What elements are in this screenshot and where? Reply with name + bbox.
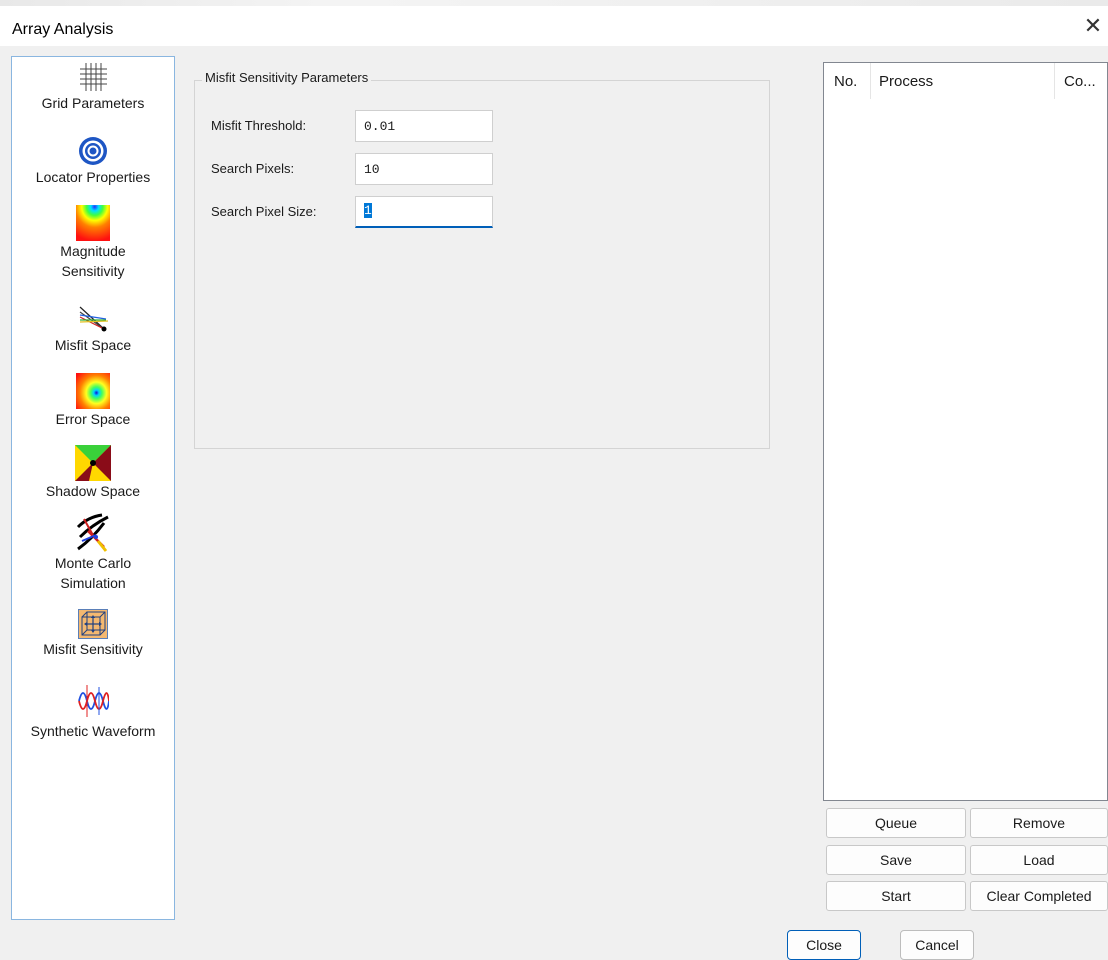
sidebar-item-error-space[interactable]: Error Space: [12, 373, 174, 429]
column-divider: [870, 63, 871, 99]
start-button[interactable]: Start: [826, 881, 966, 911]
sidebar-item-grid-parameters[interactable]: Grid Parameters: [12, 61, 174, 113]
target-icon: [79, 137, 107, 165]
sidebar-item-label: Magnitude Sensitivity: [60, 243, 126, 279]
array-analysis-dialog: Array Analysis ✕ Grid Parameters Locator…: [0, 0, 1108, 960]
column-header-completed[interactable]: Co...: [1064, 73, 1096, 90]
error-heatmap-icon: [76, 373, 110, 409]
sidebar-item-locator-properties[interactable]: Locator Properties: [12, 135, 174, 187]
sidebar-item-label: Misfit Space: [54, 337, 132, 353]
monte-carlo-icon: [76, 513, 109, 552]
process-list-header: No. Process Co...: [824, 63, 1107, 99]
sidebar-item-monte-carlo-simulation[interactable]: Monte Carlo Simulation: [12, 513, 174, 593]
heatmap-icon: [76, 205, 110, 241]
shadow-icon: [75, 445, 111, 481]
sidebar-item-label: Synthetic Waveform: [30, 723, 156, 739]
search-pixels-input[interactable]: [355, 153, 493, 185]
save-button[interactable]: Save: [826, 845, 966, 875]
search-pixel-size-input[interactable]: 1: [355, 196, 493, 228]
sidebar-item-synthetic-waveform[interactable]: Synthetic Waveform: [12, 681, 174, 741]
column-header-process[interactable]: Process: [879, 73, 933, 90]
grid-icon: [80, 63, 107, 91]
clear-completed-button[interactable]: Clear Completed: [970, 881, 1108, 911]
sidebar-item-label: Misfit Sensitivity: [43, 641, 143, 657]
rays-icon: [79, 306, 109, 332]
cancel-button[interactable]: Cancel: [900, 930, 974, 960]
sidebar-item-shadow-space[interactable]: Shadow Space: [12, 445, 174, 501]
close-window-icon[interactable]: ✕: [1082, 14, 1104, 38]
search-pixel-size-label: Search Pixel Size:: [211, 204, 317, 219]
load-button[interactable]: Load: [970, 845, 1108, 875]
sidebar-item-label: Grid Parameters: [41, 95, 145, 111]
misfit-threshold-input[interactable]: [355, 110, 493, 142]
waveform-icon: [78, 685, 109, 717]
title-bar: Array Analysis ✕: [0, 0, 1108, 46]
window-title: Array Analysis: [12, 21, 114, 38]
sidebar-item-label: Locator Properties: [35, 169, 151, 185]
search-pixels-label: Search Pixels:: [211, 161, 295, 176]
column-header-no[interactable]: No.: [834, 73, 857, 90]
selected-text: 1: [364, 203, 372, 218]
analysis-type-sidebar: Grid Parameters Locator Properties Magni…: [11, 56, 175, 920]
sidebar-item-label: Error Space: [55, 411, 131, 427]
sidebar-item-misfit-space[interactable]: Misfit Space: [12, 301, 174, 355]
sidebar-item-misfit-sensitivity[interactable]: Misfit Sensitivity: [12, 609, 174, 659]
misfit-threshold-label: Misfit Threshold:: [211, 118, 307, 133]
sidebar-item-label: Monte Carlo Simulation: [54, 555, 132, 591]
process-list[interactable]: No. Process Co...: [823, 62, 1108, 801]
sidebar-item-magnitude-sensitivity[interactable]: Magnitude Sensitivity: [12, 205, 174, 281]
sidebar-item-label: Shadow Space: [45, 483, 141, 499]
queue-button[interactable]: Queue: [826, 808, 966, 838]
background-strip: [0, 0, 1108, 6]
group-title: Misfit Sensitivity Parameters: [202, 70, 372, 85]
cube-icon: [78, 609, 108, 639]
remove-button[interactable]: Remove: [970, 808, 1108, 838]
close-button[interactable]: Close: [787, 930, 861, 960]
column-divider: [1054, 63, 1055, 99]
